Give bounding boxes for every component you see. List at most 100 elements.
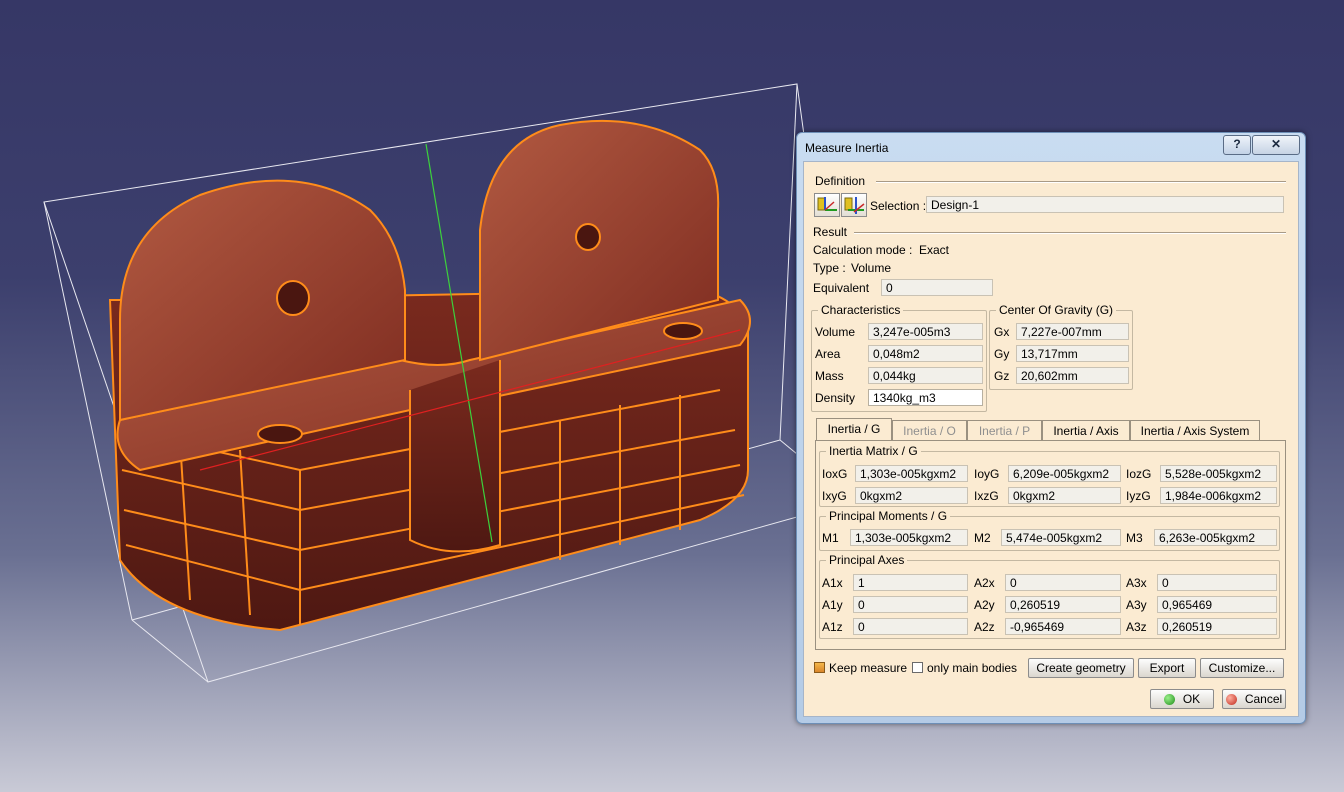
export-button[interactable]: Export — [1138, 658, 1196, 678]
gx-field[interactable]: 7,227e-007mm — [1016, 323, 1129, 340]
tab-inertia-axis-system[interactable]: Inertia / Axis System — [1130, 420, 1260, 440]
a3y-label: A3y — [1126, 598, 1147, 612]
ioxg-label: IoxG — [822, 467, 848, 481]
gz-label: Gz — [994, 369, 1010, 383]
a3z-field[interactable]: 0,260519 — [1157, 618, 1277, 635]
iozg-field[interactable]: 5,528e-005kgxm2 — [1160, 465, 1277, 482]
volume-field[interactable]: 3,247e-005m3 — [868, 323, 983, 340]
a3z-label: A3z — [1126, 620, 1147, 634]
m3-label: M3 — [1126, 531, 1143, 545]
ok-icon — [1163, 694, 1175, 705]
gy-label: Gy — [994, 347, 1010, 361]
ixzg-label: IxzG — [974, 489, 999, 503]
m2-label: M2 — [974, 531, 991, 545]
characteristics-title: Characteristics — [818, 303, 904, 317]
area-label: Area — [815, 347, 841, 361]
inertia-matrix-title: Inertia Matrix / G — [826, 444, 921, 458]
ioxg-field[interactable]: 1,303e-005kgxm2 — [855, 465, 968, 482]
characteristics-group: Characteristics Volume 3,247e-005m3 Area… — [811, 303, 987, 412]
tab-inertia-o[interactable]: Inertia / O — [892, 420, 967, 440]
ok-button[interactable]: OK — [1150, 689, 1214, 709]
dialog-client-area: Definition Selection : Design-1 Result C… — [803, 161, 1299, 717]
inertia-g-tab-panel: Inertia Matrix / G IoxG 1,303e-005kgxm2 … — [815, 440, 1286, 650]
volume-label: Volume — [815, 325, 856, 339]
a2z-field[interactable]: -0,965469 — [1005, 618, 1121, 635]
cancel-button[interactable]: Cancel — [1222, 689, 1286, 709]
result-separator — [854, 232, 1286, 234]
definition-heading: Definition — [815, 174, 866, 188]
a2y-field[interactable]: 0,260519 — [1005, 596, 1121, 613]
density-field[interactable]: 1340kg_m3 — [868, 389, 983, 406]
mass-field[interactable]: 0,044kg — [868, 367, 983, 384]
measure-inertia-dialog: Measure Inertia ? ✕ Definition Selection… — [796, 132, 1306, 724]
ok-label: OK — [1182, 692, 1201, 706]
a1y-field[interactable]: 0 — [853, 596, 968, 613]
gz-field[interactable]: 20,602mm — [1016, 367, 1129, 384]
iyzg-field[interactable]: 1,984e-006kgxm2 — [1160, 487, 1277, 504]
a2y-label: A2y — [974, 598, 995, 612]
ioyg-field[interactable]: 6,209e-005kgxm2 — [1008, 465, 1121, 482]
mass-label: Mass — [815, 369, 844, 383]
principal-moments-group: Principal Moments / G M1 1,303e-005kgxm2… — [819, 509, 1280, 551]
a1x-label: A1x — [822, 576, 843, 590]
principal-axes-group: Principal Axes A1x 1 A2x 0 A3x 0 A1y 0 A… — [819, 553, 1280, 639]
a3x-field[interactable]: 0 — [1157, 574, 1277, 591]
m1-field[interactable]: 1,303e-005kgxm2 — [850, 529, 968, 546]
customize-button[interactable]: Customize... — [1200, 658, 1284, 678]
part-cylinder — [409, 360, 501, 553]
type-value: Volume — [851, 261, 892, 275]
only-main-bodies-label: only main bodies — [927, 661, 1018, 675]
center-of-gravity-group: Center Of Gravity (G) Gx 7,227e-007mm Gy… — [989, 303, 1133, 390]
inertia-matrix-group: Inertia Matrix / G IoxG 1,303e-005kgxm2 … — [819, 444, 1280, 507]
m1-label: M1 — [822, 531, 839, 545]
selection-field[interactable]: Design-1 — [926, 196, 1284, 213]
inertia-tabs: Inertia / G Inertia / O Inertia / P Iner… — [816, 418, 1286, 442]
inertia-axis-icon — [844, 197, 865, 214]
center-of-gravity-title: Center Of Gravity (G) — [996, 303, 1117, 317]
selection-mode-button[interactable] — [814, 193, 840, 217]
equivalent-label: Equivalent — [813, 281, 870, 295]
inertia-axis-button[interactable] — [841, 193, 867, 217]
area-field[interactable]: 0,048m2 — [868, 345, 983, 362]
type-label: Type : — [813, 261, 846, 275]
iyzg-label: IyzG — [1126, 489, 1151, 503]
only-main-bodies-checkbox[interactable] — [912, 662, 923, 673]
ixyg-label: IxyG — [822, 489, 847, 503]
a2z-label: A2z — [974, 620, 995, 634]
cancel-icon — [1225, 694, 1237, 705]
ixzg-field[interactable]: 0kgxm2 — [1008, 487, 1121, 504]
equivalent-field[interactable]: 0 — [881, 279, 993, 296]
cancel-label: Cancel — [1244, 692, 1283, 706]
close-button[interactable]: ✕ — [1252, 135, 1300, 155]
iozg-label: IozG — [1126, 467, 1152, 481]
tab-inertia-axis[interactable]: Inertia / Axis — [1042, 420, 1130, 440]
a1x-field[interactable]: 1 — [853, 574, 968, 591]
selection-label: Selection : — [870, 199, 927, 213]
definition-separator — [876, 181, 1286, 183]
dialog-titlebar[interactable]: Measure Inertia ? ✕ — [797, 133, 1305, 159]
a2x-label: A2x — [974, 576, 995, 590]
a1z-field[interactable]: 0 — [853, 618, 968, 635]
principal-axes-title: Principal Axes — [826, 553, 908, 567]
dialog-title: Measure Inertia — [805, 141, 889, 155]
help-button[interactable]: ? — [1223, 135, 1251, 155]
keep-measure-checkbox[interactable] — [814, 662, 825, 673]
calc-mode-value: Exact — [919, 243, 950, 257]
measure-axes-icon — [817, 197, 837, 211]
create-geometry-button[interactable]: Create geometry — [1028, 658, 1134, 678]
a3y-field[interactable]: 0,965469 — [1157, 596, 1277, 613]
ixyg-field[interactable]: 0kgxm2 — [855, 487, 968, 504]
tab-inertia-p[interactable]: Inertia / P — [967, 420, 1042, 440]
ioyg-label: IoyG — [974, 467, 1000, 481]
a2x-field[interactable]: 0 — [1005, 574, 1121, 591]
tab-inertia-g[interactable]: Inertia / G — [816, 418, 892, 440]
gx-label: Gx — [994, 325, 1010, 339]
m2-field[interactable]: 5,474e-005kgxm2 — [1001, 529, 1121, 546]
gy-field[interactable]: 13,717mm — [1016, 345, 1129, 362]
m3-field[interactable]: 6,263e-005kgxm2 — [1154, 529, 1277, 546]
density-label: Density — [815, 391, 856, 405]
a1y-label: A1y — [822, 598, 843, 612]
principal-moments-title: Principal Moments / G — [826, 509, 951, 523]
result-heading: Result — [813, 225, 848, 239]
a3x-label: A3x — [1126, 576, 1147, 590]
